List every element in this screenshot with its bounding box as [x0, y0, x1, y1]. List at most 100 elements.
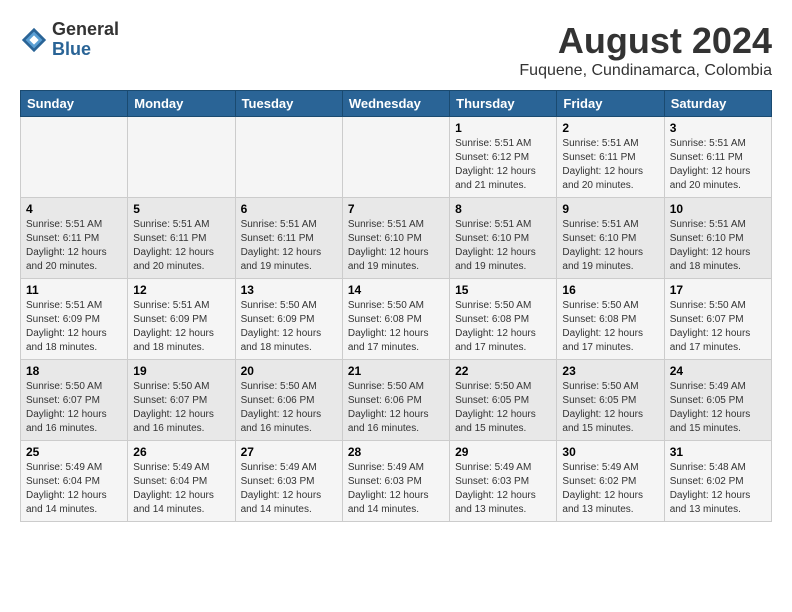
- calendar-cell: 22Sunrise: 5:50 AM Sunset: 6:05 PM Dayli…: [450, 360, 557, 441]
- weekday-header-row: SundayMondayTuesdayWednesdayThursdayFrid…: [21, 91, 772, 117]
- day-info: Sunrise: 5:50 AM Sunset: 6:06 PM Dayligh…: [241, 380, 337, 436]
- calendar-week-row: 25 Sunrise: 5:49 AM Sunset: 6:04 PM Dayli…: [21, 441, 772, 522]
- day-number: 3: [670, 121, 766, 135]
- logo-icon: [20, 26, 48, 54]
- day-info: Sunrise: 5:51 AM Sunset: 6:09 PM Dayligh…: [133, 299, 229, 355]
- calendar-cell: 23 Sunrise: 5:50 AM Sunset: 6:05 PM Dayli…: [557, 360, 664, 441]
- day-number: 6: [241, 202, 337, 216]
- day-number: 26: [133, 445, 229, 459]
- calendar-cell: 15 Sunrise: 5:50 AM Sunset: 6:08 PM Dayli…: [450, 279, 557, 360]
- day-number: 15: [455, 283, 551, 297]
- day-number: 19: [133, 364, 229, 378]
- day-number: 20: [241, 364, 337, 378]
- day-number: 14: [348, 283, 444, 297]
- calendar-cell: [342, 117, 449, 198]
- location-title: Fuquene, Cundinamarca, Colombia: [519, 62, 772, 80]
- day-info: Sunrise: 5:50 AM Sunset: 6:05 PM Dayligh…: [562, 380, 658, 436]
- month-title: August 2024: [519, 20, 772, 62]
- day-info: Sunrise: 5:51 AM Sunset: 6:11 PM Dayligh…: [26, 218, 122, 274]
- day-number: 1: [455, 121, 551, 135]
- calendar-cell: 30Sunrise: 5:49 AM Sunset: 6:02 PM Dayli…: [557, 441, 664, 522]
- day-number: 13: [241, 283, 337, 297]
- day-info: Sunrise: 5:50 AM Sunset: 6:08 PM Dayligh…: [562, 299, 658, 355]
- calendar-cell: 18Sunrise: 5:50 AM Sunset: 6:07 PM Dayli…: [21, 360, 128, 441]
- day-info: Sunrise: 5:50 AM Sunset: 6:09 PM Dayligh…: [241, 299, 337, 355]
- day-info: Sunrise: 5:51 AM Sunset: 6:11 PM Dayligh…: [133, 218, 229, 274]
- day-info: Sunrise: 5:51 AM Sunset: 6:10 PM Dayligh…: [455, 218, 551, 274]
- calendar-cell: 8 Sunrise: 5:51 AM Sunset: 6:10 PM Daylig…: [450, 198, 557, 279]
- calendar-cell: 14 Sunrise: 5:50 AM Sunset: 6:08 PM Dayli…: [342, 279, 449, 360]
- day-number: 21: [348, 364, 444, 378]
- calendar-cell: 26 Sunrise: 5:49 AM Sunset: 6:04 PM Dayli…: [128, 441, 235, 522]
- logo-text: General Blue: [52, 20, 119, 60]
- day-number: 8: [455, 202, 551, 216]
- day-number: 2: [562, 121, 658, 135]
- day-number: 10: [670, 202, 766, 216]
- weekday-header: Monday: [128, 91, 235, 117]
- day-info: Sunrise: 5:49 AM Sunset: 6:04 PM Dayligh…: [26, 461, 122, 517]
- calendar-cell: 25 Sunrise: 5:49 AM Sunset: 6:04 PM Dayli…: [21, 441, 128, 522]
- calendar-cell: 20 Sunrise: 5:50 AM Sunset: 6:06 PM Dayli…: [235, 360, 342, 441]
- day-info: Sunrise: 5:50 AM Sunset: 6:08 PM Dayligh…: [348, 299, 444, 355]
- calendar-cell: 11Sunrise: 5:51 AM Sunset: 6:09 PM Dayli…: [21, 279, 128, 360]
- day-number: 28: [348, 445, 444, 459]
- day-info: Sunrise: 5:50 AM Sunset: 6:07 PM Dayligh…: [26, 380, 122, 436]
- day-info: Sunrise: 5:51 AM Sunset: 6:11 PM Dayligh…: [562, 137, 658, 193]
- calendar-cell: 6 Sunrise: 5:51 AM Sunset: 6:11 PM Daylig…: [235, 198, 342, 279]
- day-info: Sunrise: 5:49 AM Sunset: 6:03 PM Dayligh…: [455, 461, 551, 517]
- day-info: Sunrise: 5:49 AM Sunset: 6:03 PM Dayligh…: [241, 461, 337, 517]
- day-info: Sunrise: 5:51 AM Sunset: 6:10 PM Dayligh…: [670, 218, 766, 274]
- weekday-header: Thursday: [450, 91, 557, 117]
- calendar-cell: 21 Sunrise: 5:50 AM Sunset: 6:06 PM Dayli…: [342, 360, 449, 441]
- day-info: Sunrise: 5:50 AM Sunset: 6:07 PM Dayligh…: [670, 299, 766, 355]
- calendar-cell: 13 Sunrise: 5:50 AM Sunset: 6:09 PM Dayli…: [235, 279, 342, 360]
- day-info: Sunrise: 5:49 AM Sunset: 6:05 PM Dayligh…: [670, 380, 766, 436]
- day-number: 27: [241, 445, 337, 459]
- day-info: Sunrise: 5:50 AM Sunset: 6:05 PM Dayligh…: [455, 380, 551, 436]
- calendar-cell: 17Sunrise: 5:50 AM Sunset: 6:07 PM Dayli…: [664, 279, 771, 360]
- calendar-week-row: 11Sunrise: 5:51 AM Sunset: 6:09 PM Dayli…: [21, 279, 772, 360]
- calendar-week-row: 1Sunrise: 5:51 AM Sunset: 6:12 PM Daylig…: [21, 117, 772, 198]
- day-info: Sunrise: 5:49 AM Sunset: 6:02 PM Dayligh…: [562, 461, 658, 517]
- day-number: 31: [670, 445, 766, 459]
- calendar-cell: 1Sunrise: 5:51 AM Sunset: 6:12 PM Daylig…: [450, 117, 557, 198]
- logo-blue: Blue: [52, 40, 119, 60]
- calendar-cell: [235, 117, 342, 198]
- logo-general: General: [52, 20, 119, 40]
- day-info: Sunrise: 5:50 AM Sunset: 6:06 PM Dayligh…: [348, 380, 444, 436]
- calendar-cell: 4Sunrise: 5:51 AM Sunset: 6:11 PM Daylig…: [21, 198, 128, 279]
- logo: General Blue: [20, 20, 119, 60]
- calendar-cell: 12Sunrise: 5:51 AM Sunset: 6:09 PM Dayli…: [128, 279, 235, 360]
- calendar-cell: 29Sunrise: 5:49 AM Sunset: 6:03 PM Dayli…: [450, 441, 557, 522]
- calendar-cell: 19 Sunrise: 5:50 AM Sunset: 6:07 PM Dayli…: [128, 360, 235, 441]
- day-number: 25: [26, 445, 122, 459]
- day-number: 7: [348, 202, 444, 216]
- calendar-cell: 10 Sunrise: 5:51 AM Sunset: 6:10 PM Dayli…: [664, 198, 771, 279]
- calendar-cell: 24 Sunrise: 5:49 AM Sunset: 6:05 PM Dayli…: [664, 360, 771, 441]
- calendar-cell: 3 Sunrise: 5:51 AM Sunset: 6:11 PM Daylig…: [664, 117, 771, 198]
- calendar-cell: 5 Sunrise: 5:51 AM Sunset: 6:11 PM Daylig…: [128, 198, 235, 279]
- day-number: 5: [133, 202, 229, 216]
- day-info: Sunrise: 5:51 AM Sunset: 6:11 PM Dayligh…: [670, 137, 766, 193]
- calendar-cell: 9Sunrise: 5:51 AM Sunset: 6:10 PM Daylig…: [557, 198, 664, 279]
- weekday-header: Friday: [557, 91, 664, 117]
- calendar-cell: 27 Sunrise: 5:49 AM Sunset: 6:03 PM Dayli…: [235, 441, 342, 522]
- weekday-header: Wednesday: [342, 91, 449, 117]
- day-info: Sunrise: 5:49 AM Sunset: 6:04 PM Dayligh…: [133, 461, 229, 517]
- day-info: Sunrise: 5:50 AM Sunset: 6:08 PM Dayligh…: [455, 299, 551, 355]
- calendar-week-row: 4Sunrise: 5:51 AM Sunset: 6:11 PM Daylig…: [21, 198, 772, 279]
- weekday-header: Saturday: [664, 91, 771, 117]
- weekday-header: Sunday: [21, 91, 128, 117]
- day-number: 24: [670, 364, 766, 378]
- day-info: Sunrise: 5:50 AM Sunset: 6:07 PM Dayligh…: [133, 380, 229, 436]
- calendar-cell: 16Sunrise: 5:50 AM Sunset: 6:08 PM Dayli…: [557, 279, 664, 360]
- page-header: General Blue August 2024 Fuquene, Cundin…: [20, 20, 772, 80]
- day-info: Sunrise: 5:51 AM Sunset: 6:11 PM Dayligh…: [241, 218, 337, 274]
- calendar-cell: 7Sunrise: 5:51 AM Sunset: 6:10 PM Daylig…: [342, 198, 449, 279]
- day-number: 23: [562, 364, 658, 378]
- day-number: 9: [562, 202, 658, 216]
- day-info: Sunrise: 5:51 AM Sunset: 6:09 PM Dayligh…: [26, 299, 122, 355]
- title-block: August 2024 Fuquene, Cundinamarca, Colom…: [519, 20, 772, 80]
- calendar-cell: 28Sunrise: 5:49 AM Sunset: 6:03 PM Dayli…: [342, 441, 449, 522]
- calendar-cell: 2 Sunrise: 5:51 AM Sunset: 6:11 PM Daylig…: [557, 117, 664, 198]
